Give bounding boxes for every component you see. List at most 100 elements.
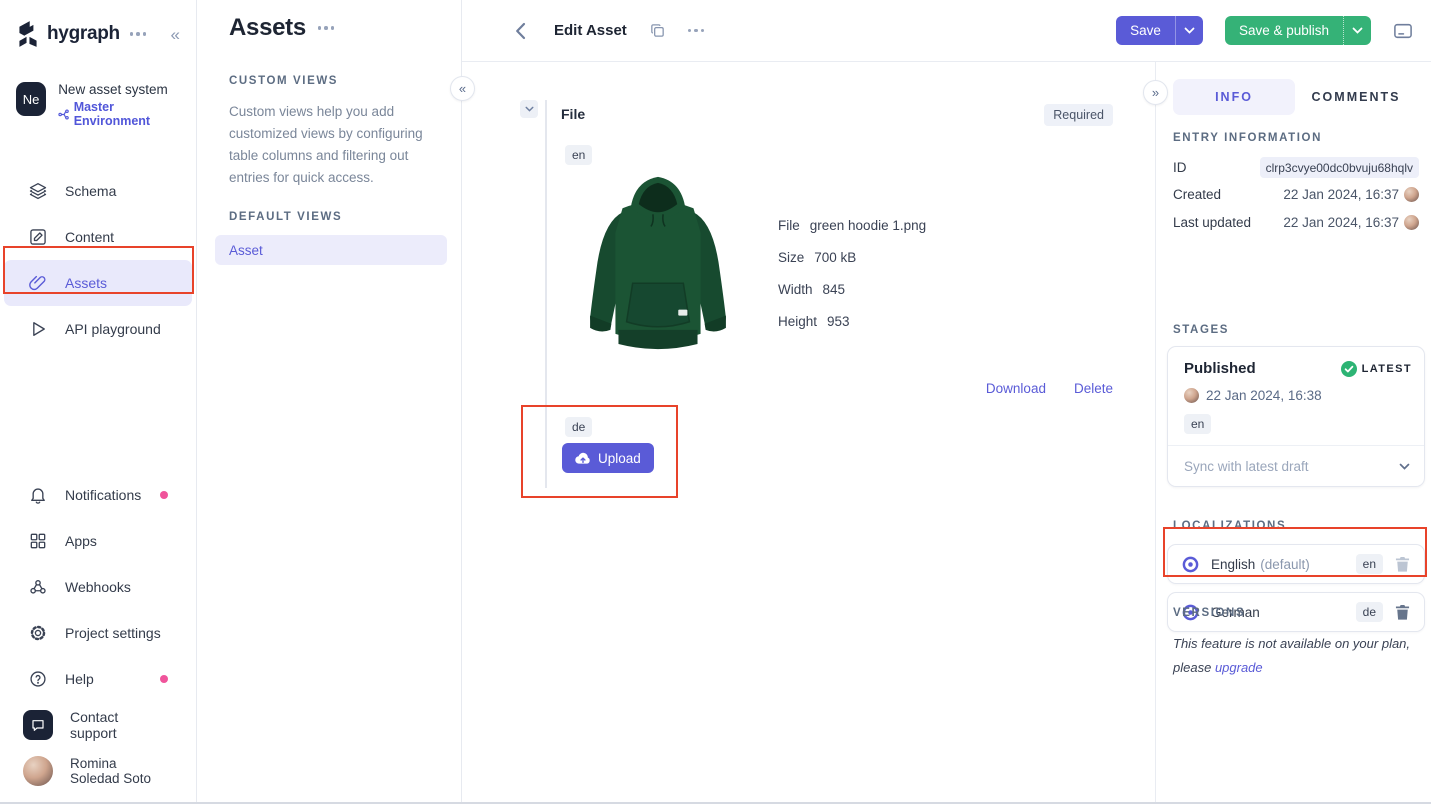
sidebar-item-project-settings[interactable]: Project settings [4,610,192,656]
entry-information-heading: ENTRY INFORMATION [1173,132,1323,144]
webhook-icon [30,580,46,594]
latest-badge: LATEST [1340,360,1412,377]
back-button[interactable] [508,19,532,43]
meta-value: green hoodie 1.png [809,217,927,233]
views-collapse-icon[interactable]: « [450,76,475,101]
save-button[interactable]: Save [1116,16,1175,45]
user-avatar [1404,187,1419,202]
environment-name: Master Environment [73,100,151,128]
upload-label: Upload [598,450,641,466]
sidebar-item-notifications[interactable]: Notifications [4,472,192,518]
created-label: Created [1173,187,1222,202]
environment-link[interactable]: Master Environment [58,100,180,128]
meta-label: Height [778,313,818,329]
sidebar-collapse-icon[interactable]: « [171,26,180,43]
main-sidebar: hygraph « Ne New asset system Master Env… [0,0,197,802]
user-avatar [23,756,53,786]
sidebar-item-label: Contact support [70,709,119,741]
help-dot [160,675,168,683]
save-dropdown-button[interactable] [1174,16,1203,45]
stages-heading: STAGES [1173,324,1230,336]
cloud-upload-icon [575,452,590,464]
notification-dot [160,491,168,499]
tab-info[interactable]: INFO [1173,79,1295,115]
page-title: Edit Asset [554,22,627,39]
stage-locale-badge: en [1184,414,1212,434]
chevron-down-icon [1184,27,1195,34]
default-views-heading: DEFAULT VIEWS [229,211,343,223]
logo-row: hygraph « [0,16,196,52]
versions-heading: VERSIONS [1173,607,1246,619]
upload-button[interactable]: Upload [562,443,654,473]
toolbar-more-icon[interactable] [687,28,705,33]
custom-views-description: Custom views help you add customized vie… [229,104,423,185]
published-date: 22 Jan 2024, 16:38 [1206,388,1322,403]
sidebar-item-label: Project settings [65,625,161,641]
user-menu[interactable]: Romina Soledad Soto [4,748,192,794]
copy-icon [650,24,664,37]
sidebar-item-label: Content [65,229,115,245]
chevron-left-icon [515,22,525,39]
save-button-group: Save [1116,16,1203,45]
sidebar-item-content[interactable]: Content [4,214,192,260]
required-badge: Required [1044,104,1113,126]
user-avatar [1404,215,1419,230]
user-name: Romina Soledad Soto [70,756,152,786]
info-panel-collapse-icon[interactable]: » [1143,80,1168,105]
delete-localization-button[interactable] [1395,556,1410,572]
latest-label: LATEST [1361,362,1412,375]
sidebar-item-webhooks[interactable]: Webhooks [4,564,192,610]
gear-icon [30,625,46,641]
save-publish-button[interactable]: Save & publish [1225,16,1343,45]
upgrade-link[interactable]: upgrade [1215,660,1263,675]
versions-text: This feature is not available on your pl… [1173,636,1411,675]
sidebar-item-label: Assets [65,275,108,291]
layers-icon [29,183,47,200]
locale-code-badge: de [1355,602,1383,622]
entry-id-value[interactable]: clrp3cvye00dc0bvuju68hqlv [1259,157,1419,178]
hygraph-logo-icon [19,21,37,47]
sidebar-bottom: Notifications Apps Webhooks Project sett… [0,472,196,794]
views-more-icon[interactable] [317,26,335,30]
meta-value: 845 [822,281,846,297]
sync-dropdown[interactable]: Sync with latest draft [1168,445,1424,486]
field-collapse-button[interactable] [520,100,538,118]
visibility-icon[interactable] [1182,556,1199,573]
sidebar-item-help[interactable]: Help [4,656,192,702]
sidebar-item-contact-support[interactable]: Contact support [4,702,192,748]
updated-label: Last updated [1173,215,1252,230]
chevron-down-icon [524,106,534,112]
versions-upsell-text: This feature is not available on your pl… [1173,632,1427,680]
delete-link[interactable]: Delete [1074,381,1113,396]
sidebar-item-assets[interactable]: Assets [4,260,192,306]
asset-preview-image[interactable] [582,168,734,364]
project-switcher[interactable]: Ne New asset system Master Environment [16,82,180,128]
sidebar-nav: Schema Content Assets API playground [0,168,196,352]
stage-name: Published [1184,360,1256,377]
localization-row-english[interactable]: English (default) en [1167,544,1425,584]
panel-toggle-button[interactable] [1393,22,1413,40]
duplicate-button[interactable] [649,22,666,39]
check-circle-icon [1340,360,1357,377]
save-publish-dropdown-button[interactable] [1343,16,1371,45]
localization-name: English [1211,556,1256,572]
locale-badge-en: en [565,145,593,165]
view-item-asset[interactable]: Asset [215,235,447,265]
delete-localization-button[interactable] [1395,604,1410,620]
sidebar-item-schema[interactable]: Schema [4,168,192,214]
download-link[interactable]: Download [986,381,1046,396]
workspace-more-icon[interactable] [129,32,147,36]
project-name: New asset system [58,82,168,97]
sidebar-item-label: API playground [65,321,161,337]
sidebar-item-label: Notifications [65,487,142,503]
trash-icon [1395,556,1410,572]
chat-bubble-icon [23,710,53,740]
tab-comments[interactable]: COMMENTS [1295,79,1417,115]
file-metadata: File green hoodie 1.png Size 700 kB Width 8… [778,209,926,337]
sidebar-item-api-playground[interactable]: API playground [4,306,192,352]
project-initials-badge: Ne [16,82,47,116]
meta-value: 953 [827,313,850,329]
sidebar-item-apps[interactable]: Apps [4,518,192,564]
info-panel: » INFO COMMENTS ENTRY INFORMATION ID clr… [1143,62,1431,802]
app-window: hygraph « Ne New asset system Master Env… [0,0,1431,804]
